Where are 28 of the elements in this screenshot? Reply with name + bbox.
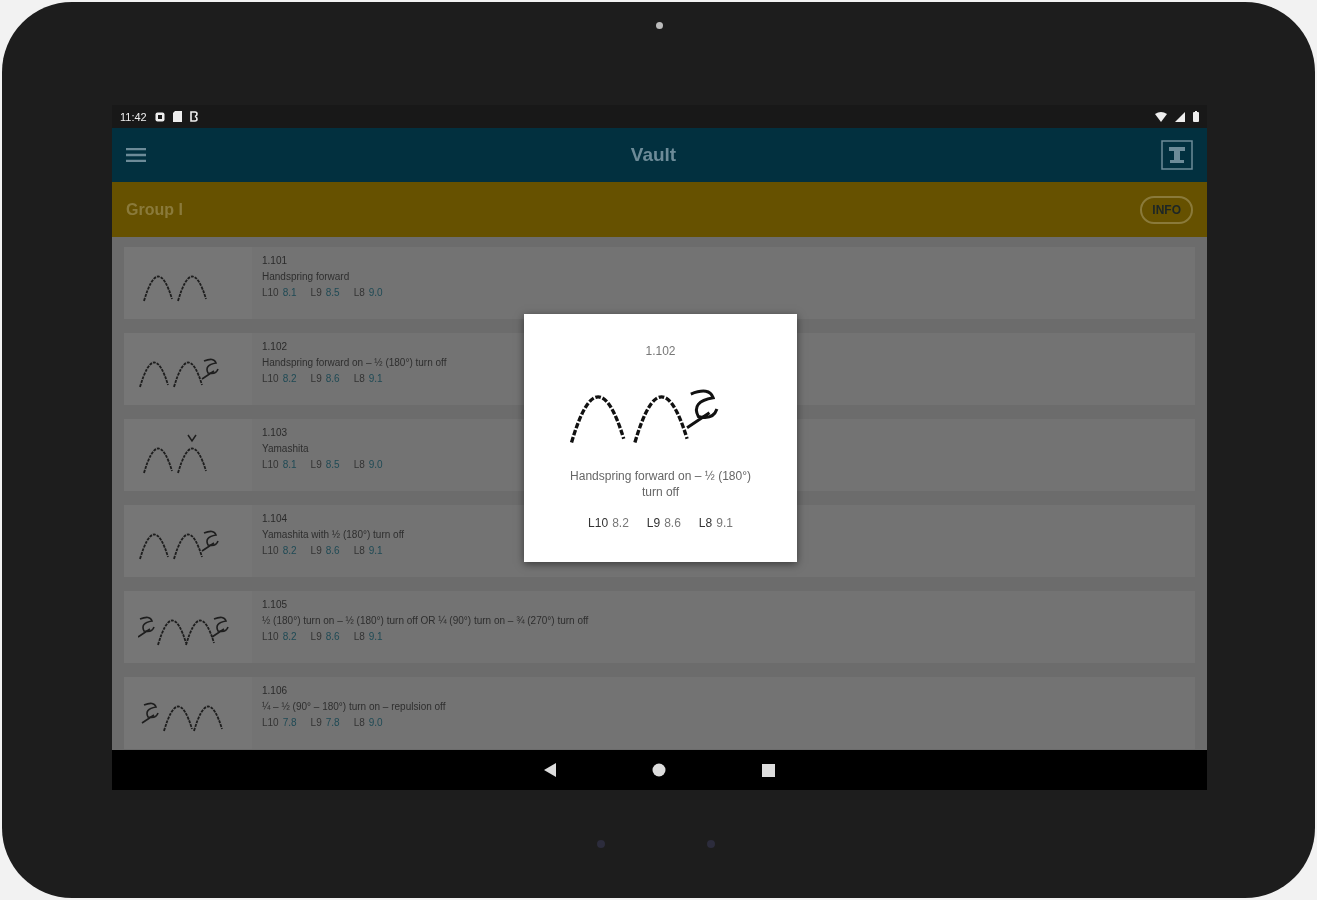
score-text: L8 9.1: [353, 631, 383, 642]
score-text: L8 9.0: [353, 717, 383, 728]
score-text: L9 8.6: [646, 516, 681, 530]
score-text: L8 9.1: [698, 516, 733, 530]
status-time: 11:42: [120, 110, 147, 123]
skill-code: 1.104: [262, 513, 289, 524]
skill-code: 1.102: [645, 344, 676, 358]
score-text: L10 8.1: [262, 459, 297, 470]
skill-code: 1.103: [262, 427, 289, 438]
score-text: L8 9.0: [353, 459, 383, 470]
score-text: L10 7.8: [262, 717, 297, 728]
skill-name: Handspring forward: [262, 271, 351, 282]
skill-code: 1.105: [262, 599, 289, 610]
score-text: L10 8.2: [262, 545, 297, 556]
score-text: L8 9.1: [353, 545, 383, 556]
app-title: Vault: [629, 144, 678, 166]
score-text: L10 8.2: [262, 631, 297, 642]
skill-code: 1.102: [262, 341, 289, 352]
skill-code: 1.101: [262, 255, 289, 266]
score-text: L10 8.2: [262, 373, 297, 384]
skill-name: Handspring forward on – ½ (180°) turn off: [569, 468, 752, 500]
score-text: L8 9.1: [353, 373, 383, 384]
skill-name: Yamashita: [262, 443, 310, 454]
score-text: L8 9.0: [353, 287, 383, 298]
skill-code: 1.106: [262, 685, 289, 696]
score-text: L10 8.2: [588, 516, 629, 530]
score-text: L10 8.1: [262, 287, 297, 298]
group-title: Group I: [126, 200, 184, 219]
